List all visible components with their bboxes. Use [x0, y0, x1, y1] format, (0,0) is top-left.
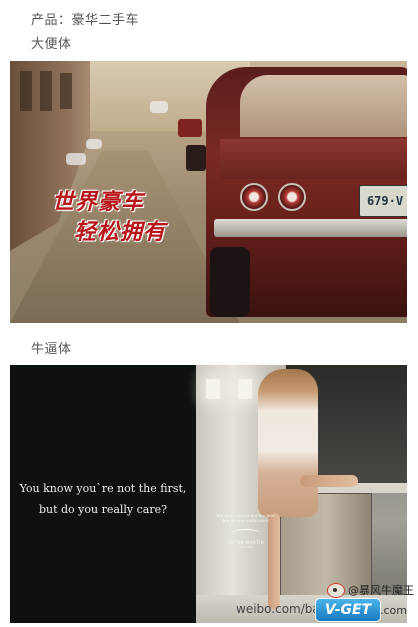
weibo-handle: @暴风牛魔王	[348, 584, 414, 597]
car-rear-window	[240, 75, 407, 137]
style2-caption: 牛逼体	[31, 342, 72, 357]
quote-line-1: You know you`re not the first,	[19, 482, 187, 495]
parked-car	[66, 153, 86, 165]
style1-caption: 大便体	[31, 37, 72, 52]
car-tire	[210, 247, 250, 317]
license-plate: 679·V	[359, 185, 407, 217]
vget-logo: V-GET	[316, 599, 380, 621]
slogan-line-2: 轻松拥有	[74, 220, 167, 245]
tail-light-icon	[278, 183, 306, 211]
quote-line-2: but do you really care?	[38, 503, 168, 516]
building-window	[60, 73, 72, 109]
dark-car	[186, 145, 206, 171]
building-window	[40, 71, 52, 111]
woman-figure	[258, 369, 318, 517]
poster-subtitle: used cars	[238, 545, 254, 549]
ad-quote: You know you`re not the first, but do yo…	[10, 478, 196, 520]
leg	[300, 475, 358, 487]
poster: You know you're not the first, but do yo…	[210, 513, 282, 583]
product-caption: 产品：豪华二手车	[31, 13, 140, 28]
parked-car	[150, 101, 168, 113]
weibo-url: weibo.com/ba	[236, 602, 320, 616]
red-car	[178, 119, 202, 137]
tail-light-icon	[240, 183, 268, 211]
slogan-line-1: 世界豪车	[52, 190, 145, 215]
car-trunk	[220, 139, 407, 179]
wall-lamp-icon	[238, 379, 252, 399]
vget-com: .com	[380, 604, 407, 617]
aston-martin-wings-icon	[231, 529, 261, 538]
building-window	[20, 71, 32, 111]
poster-text-2: but do you really care?	[222, 518, 270, 523]
parked-car	[86, 139, 102, 149]
wall-lamp-icon	[206, 379, 220, 399]
weibo-watermark: @暴风牛魔王	[327, 582, 414, 598]
weibo-icon	[327, 582, 345, 598]
car-bumper	[214, 219, 407, 237]
car-ad-image: 679·V 世界豪车 轻松拥有	[10, 61, 407, 323]
